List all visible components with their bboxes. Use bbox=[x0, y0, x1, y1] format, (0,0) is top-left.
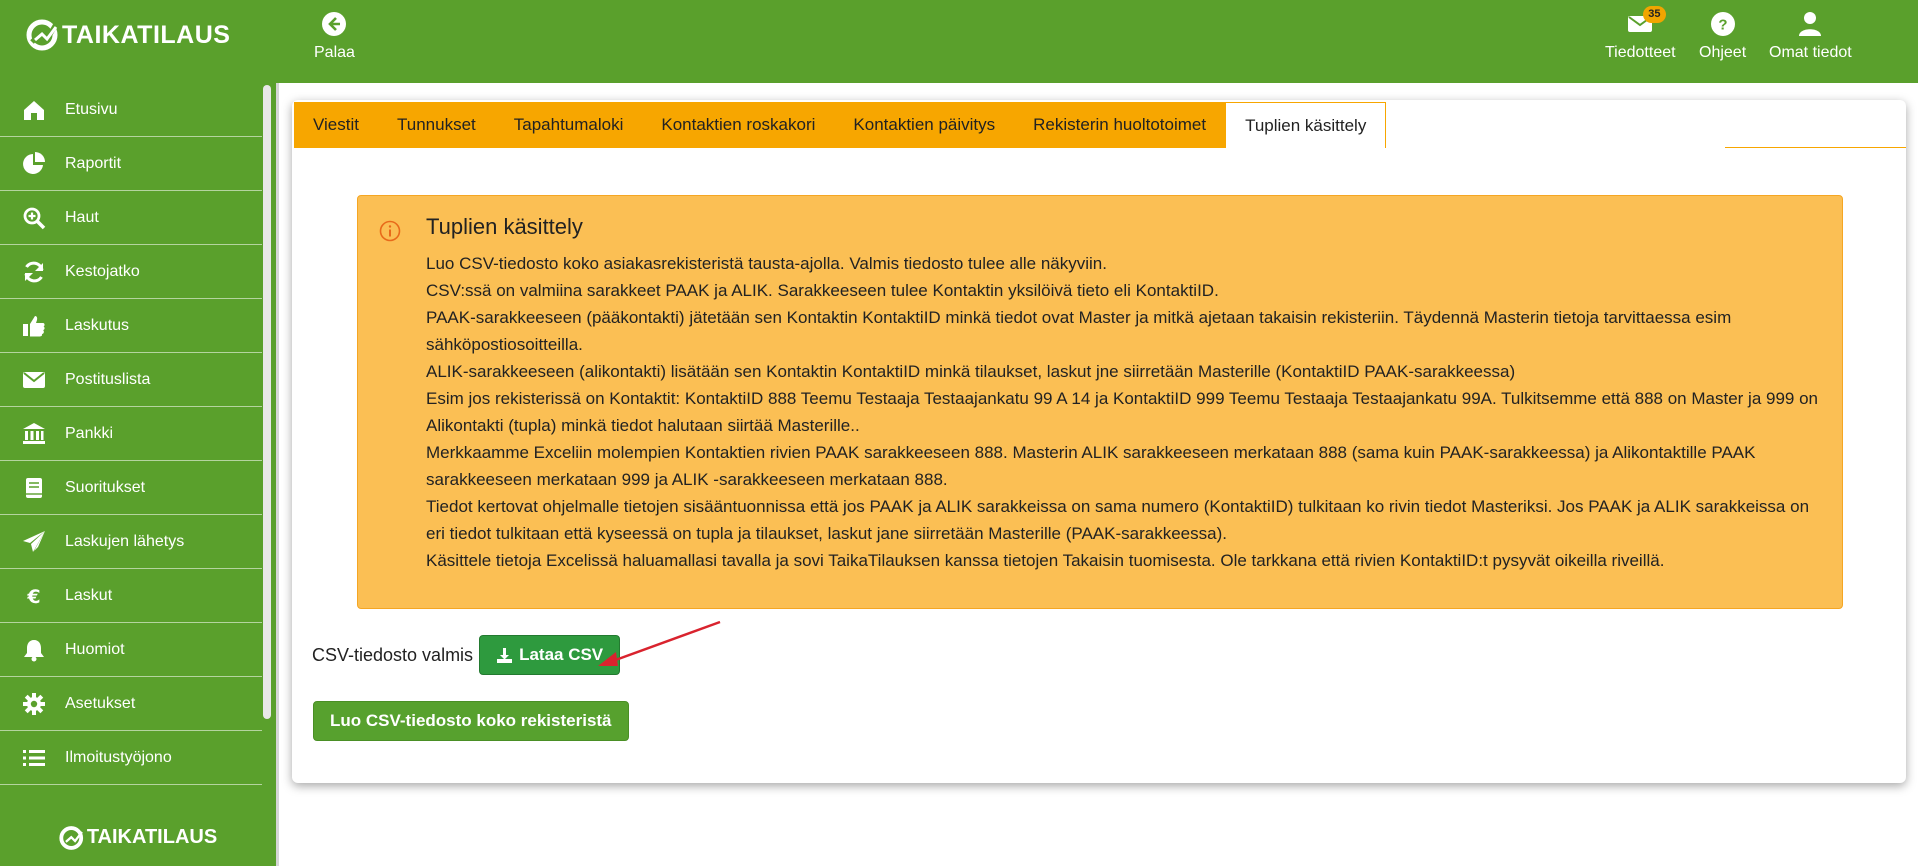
app-logo[interactable]: TAIKATILAUS bbox=[26, 18, 230, 52]
sidebar-item-raportit[interactable]: Raportit bbox=[0, 137, 262, 191]
arrow-left-circle-icon bbox=[320, 10, 348, 38]
info-line: Esim jos rekisterissä on Kontaktit: Kont… bbox=[426, 389, 1818, 435]
sidebar-item-label: Laskutus bbox=[65, 316, 130, 334]
info-line: ALIK-sarakkeeseen (alikontakti) lisätään… bbox=[426, 362, 1516, 381]
help-label: Ohjeet bbox=[1699, 44, 1747, 61]
gear-icon bbox=[20, 692, 48, 716]
csv-ready-label: CSV-tiedosto valmis bbox=[312, 644, 474, 665]
sidebar-item-laskujen-lähetys[interactable]: Laskujen lähetys bbox=[0, 515, 262, 569]
create-csv-button[interactable]: Luo CSV-tiedosto koko rekisteristä bbox=[313, 701, 629, 741]
logo-text: TAIKATILAUS bbox=[62, 20, 231, 49]
info-title: Tuplien käsittely bbox=[426, 214, 583, 239]
info-line: Merkkaamme Exceliin molempien Kontaktien… bbox=[426, 443, 1756, 489]
envelope-icon: 35 bbox=[1626, 6, 1666, 38]
thumbs-up-icon bbox=[20, 314, 48, 338]
sidebar-item-suoritukset[interactable]: Suoritukset bbox=[0, 461, 262, 515]
help-button[interactable]: ? Ohjeet bbox=[1699, 10, 1746, 62]
download-icon bbox=[497, 647, 513, 663]
bank-icon bbox=[20, 422, 48, 446]
annotation-arrow bbox=[598, 620, 721, 666]
tab-kontaktien-päivitys[interactable]: Kontaktien päivitys bbox=[834, 102, 1015, 148]
profile-label: Omat tiedot bbox=[1769, 44, 1852, 61]
sidebar-scrollbar[interactable] bbox=[263, 85, 271, 719]
sidebar-item-label: Asetukset bbox=[65, 694, 136, 712]
tab-bar: Viestit Tunnukset Tapahtumaloki Kontaktien … bbox=[294, 102, 1387, 148]
book-icon bbox=[20, 476, 48, 500]
sidebar-item-label: Etusivu bbox=[65, 100, 118, 118]
download-csv-label: Lataa CSV bbox=[519, 645, 604, 664]
zoom-in-icon bbox=[20, 206, 48, 230]
sidebar-footer-logo: TAIKATILAUS bbox=[0, 809, 276, 866]
sidebar-item-label: Suoritukset bbox=[65, 478, 146, 496]
info-circle-icon bbox=[379, 220, 401, 242]
euro-icon: € bbox=[20, 584, 48, 608]
pie-chart-icon bbox=[20, 151, 48, 176]
tab-tuplien-käsittely[interactable]: Tuplien käsittely bbox=[1225, 102, 1387, 148]
csv-ready-row: CSV-tiedosto valmis Lataa CSV bbox=[312, 635, 621, 675]
tab-bar-underline bbox=[1725, 147, 1906, 148]
sidebar-item-label: Ilmoitustyöjono bbox=[65, 748, 172, 766]
back-label: Palaa bbox=[314, 44, 355, 61]
question-circle-icon: ? bbox=[1709, 10, 1737, 38]
svg-text:€: € bbox=[26, 586, 40, 608]
profile-button[interactable]: Omat tiedot bbox=[1769, 10, 1852, 62]
sidebar-item-haut[interactable]: Haut bbox=[0, 191, 262, 245]
sidebar-menu: Etusivu Raportit Haut Kestojatko Laskutus Pos… bbox=[0, 83, 276, 785]
sidebar-divider bbox=[276, 83, 279, 866]
info-box: Tuplien käsittely Luo CSV-tiedosto koko … bbox=[357, 195, 1843, 609]
info-line: Käsittele tietoja Excelissä haluamallasi… bbox=[426, 551, 1665, 570]
info-line: Tiedot kertovat ohjelmalle tietojen sisä… bbox=[426, 497, 1810, 543]
tab-tunnukset[interactable]: Tunnukset bbox=[378, 102, 495, 148]
sidebar-item-ilmoitustyöjono[interactable]: Ilmoitustyöjono bbox=[0, 731, 262, 785]
home-icon bbox=[20, 98, 48, 122]
sidebar-item-label: Huomiot bbox=[65, 640, 125, 658]
logo-icon bbox=[59, 825, 83, 850]
sidebar-item-laskut[interactable]: € Laskut bbox=[0, 569, 262, 623]
info-line: Luo CSV-tiedosto koko asiakasrekisterist… bbox=[426, 254, 1107, 273]
paper-plane-icon bbox=[20, 530, 48, 554]
sidebar-item-label: Laskujen lähetys bbox=[65, 532, 185, 550]
user-icon bbox=[1796, 10, 1824, 38]
back-button[interactable]: Palaa bbox=[314, 10, 355, 62]
svg-text:?: ? bbox=[1718, 17, 1727, 34]
info-line: CSV:ssä on valmiina sarakkeet PAAK ja AL… bbox=[426, 281, 1219, 300]
sidebar-item-laskutus[interactable]: Laskutus bbox=[0, 299, 262, 353]
refresh-icon bbox=[20, 260, 48, 284]
notices-label: Tiedotteet bbox=[1605, 44, 1676, 61]
bell-icon bbox=[20, 638, 48, 662]
footer-logo-text: TAIKATILAUS bbox=[86, 826, 218, 848]
envelope-icon bbox=[20, 368, 48, 392]
list-icon bbox=[20, 746, 48, 770]
sidebar-item-huomiot[interactable]: Huomiot bbox=[0, 623, 262, 677]
create-csv-label: Luo CSV-tiedosto koko rekisteristä bbox=[330, 711, 612, 730]
sidebar-item-label: Postituslista bbox=[65, 370, 151, 388]
sidebar-item-pankki[interactable]: Pankki bbox=[0, 407, 262, 461]
sidebar-item-label: Pankki bbox=[65, 424, 114, 442]
tab-tapahtumaloki[interactable]: Tapahtumaloki bbox=[494, 102, 643, 148]
tab-viestit[interactable]: Viestit bbox=[294, 102, 378, 148]
sidebar-item-postituslista[interactable]: Postituslista bbox=[0, 353, 262, 407]
tab-rekisterin-huoltotoimet[interactable]: Rekisterin huoltotoimet bbox=[1014, 102, 1226, 148]
main-card: Viestit Tunnukset Tapahtumaloki Kontaktien … bbox=[292, 100, 1906, 783]
notices-count-badge: 35 bbox=[1643, 6, 1666, 23]
notices-button[interactable]: 35 Tiedotteet bbox=[1605, 6, 1676, 62]
tab-kontaktien-roskakori[interactable]: Kontaktien roskakori bbox=[642, 102, 835, 148]
sidebar-item-label: Laskut bbox=[65, 586, 113, 604]
sidebar-item-asetukset[interactable]: Asetukset bbox=[0, 677, 262, 731]
sidebar-item-kestojatko[interactable]: Kestojatko bbox=[0, 245, 262, 299]
info-line: PAAK-sarakkeeseen (pääkontakti) jätetään… bbox=[426, 308, 1732, 354]
sidebar: Etusivu Raportit Haut Kestojatko Laskutus Pos… bbox=[0, 83, 276, 866]
sidebar-item-etusivu[interactable]: Etusivu bbox=[0, 83, 262, 137]
sidebar-item-label: Raportit bbox=[65, 154, 122, 172]
sidebar-item-label: Kestojatko bbox=[65, 262, 140, 280]
top-bar: TAIKATILAUS Palaa 35 Tiedotteet ? Ohjeet… bbox=[0, 0, 1918, 83]
logo-icon bbox=[26, 19, 59, 51]
info-body: Luo CSV-tiedosto koko asiakasrekisterist… bbox=[426, 250, 1826, 574]
sidebar-item-label: Haut bbox=[65, 208, 99, 226]
